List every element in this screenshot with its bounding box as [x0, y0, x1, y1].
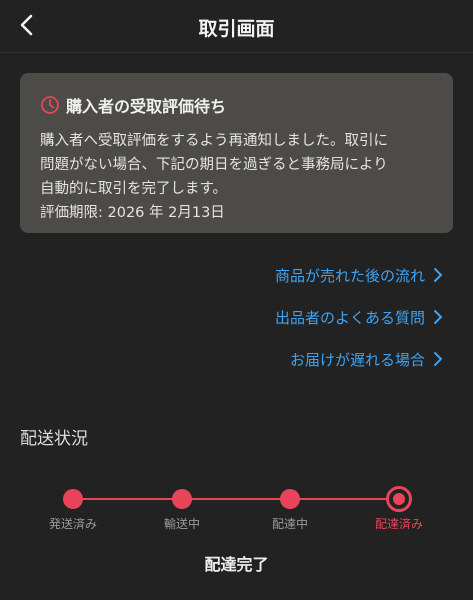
step-delivered: 配達済み [359, 480, 439, 532]
step-in-transit: 輸送中 [142, 480, 222, 532]
top-bar: 取引画面 [0, 0, 473, 53]
link-label: 商品が売れた後の流れ [274, 266, 425, 285]
page-title: 取引画面 [198, 18, 275, 40]
status-notice-card: 購入者の受取評価待ち 購入者へ受取評価をするよう再通知しました。取引に 問題がな… [20, 73, 453, 233]
clock-icon [41, 96, 59, 114]
chevron-right-icon [434, 268, 442, 282]
chevron-right-icon [434, 310, 442, 324]
link-delivery-delay[interactable]: お届けが遅れる場合 [275, 346, 443, 372]
chevron-right-icon [434, 352, 442, 366]
step-label: 配達中 [271, 517, 308, 531]
link-seller-faq[interactable]: 出品者のよくある質問 [275, 304, 443, 330]
notice-line: 購入者へ受取評価をするよう再通知しました。取引に [40, 133, 388, 149]
shipping-section-title: 配送状況 [20, 429, 88, 449]
notice-message: 購入者へ受取評価をするよう再通知しました。取引に 問題がない場合、下記の期日を過… [40, 129, 433, 225]
notice-line: 問題がない場合、下記の期日を過ぎると事務局により [40, 157, 388, 173]
notice-header: 購入者の受取評価待ち [40, 93, 433, 117]
step-label: 輸送中 [163, 517, 200, 531]
delivery-status: 配達完了 [204, 555, 269, 574]
help-links: 商品が売れた後の流れ 出品者のよくある質問 お届けが遅れる場合 [275, 262, 443, 388]
shipping-progress-tracker: 発送済み 輸送中 配達中 配達済み [0, 480, 473, 540]
step-label: 発送済み [48, 517, 97, 531]
step-out-for-delivery: 配達中 [250, 480, 330, 532]
evaluation-deadline: 評価期限: 2026 年 2月13日 [40, 205, 225, 221]
notice-line: 自動的に取引を完了します。 [40, 181, 228, 197]
step-shipped: 発送済み [33, 480, 113, 532]
notice-title: 購入者の受取評価待ち [66, 97, 227, 116]
link-label: お届けが遅れる場合 [289, 350, 425, 369]
step-label: 配達済み [374, 517, 423, 531]
progress-line [73, 498, 399, 500]
step-dot [280, 489, 300, 509]
link-label: 出品者のよくある質問 [274, 308, 425, 327]
link-flow-after-sale[interactable]: 商品が売れた後の流れ [275, 262, 443, 288]
step-dot-current [386, 486, 412, 512]
step-dot [63, 489, 83, 509]
step-dot [172, 489, 192, 509]
